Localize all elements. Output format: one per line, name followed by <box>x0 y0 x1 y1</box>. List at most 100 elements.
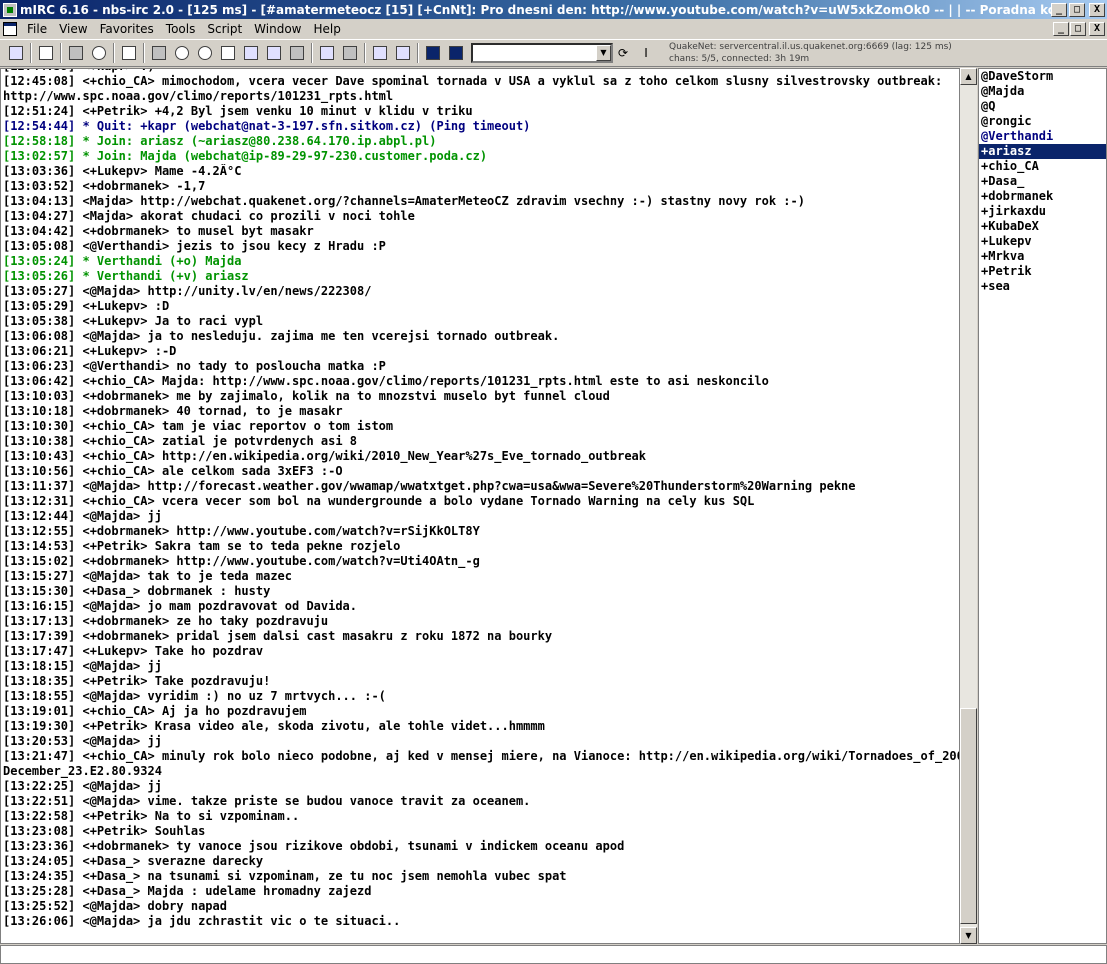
mirc-app-icon[interactable] <box>3 2 17 17</box>
ctcp-icon[interactable] <box>264 43 284 63</box>
log-icon[interactable] <box>218 43 238 63</box>
chat-line-timestamp: [13:21:47] <box>3 749 76 763</box>
chevron-down-icon[interactable]: ▼ <box>596 45 611 61</box>
message-input[interactable] <box>1 946 1106 963</box>
chat-line-timestamp: [13:10:56] <box>3 464 76 478</box>
menu-help[interactable]: Help <box>308 22 347 36</box>
nick-list-item[interactable]: @DaveStorm <box>979 69 1106 84</box>
chat-line-timestamp: [13:05:08] <box>3 239 76 253</box>
chat-line: [13:18:55] <@Majda> vyridim :) no uz 7 m… <box>3 689 959 704</box>
chat-line-text: <@Majda> jj <box>75 779 162 793</box>
mdi-close-button[interactable]: X <box>1089 21 1105 36</box>
chat-line-timestamp: [13:20:53] <box>3 734 76 748</box>
chat-line: [13:19:30] <+Petrik> Krasa video ale, sk… <box>3 719 959 734</box>
chat-line: [13:05:08] <@Verthandi> jezis to jsou ke… <box>3 239 959 254</box>
close-button[interactable]: X <box>1089 2 1105 17</box>
nick-list-item[interactable]: +jirkaxdu <box>979 204 1106 219</box>
connect-icon[interactable] <box>6 43 26 63</box>
chat-line-text: <Majda> akorat chudaci co prozili v noci… <box>75 209 415 223</box>
chat-line: [13:10:30] <+chio_CA> tam je viac report… <box>3 419 959 434</box>
nick-list-item[interactable]: +sea <box>979 279 1106 294</box>
nick-list-item[interactable]: @Verthandi <box>979 129 1106 144</box>
minimize-button[interactable]: _ <box>1051 2 1067 17</box>
chat-line-text: <@Majda> vyridim :) no uz 7 mrtvych... :… <box>75 689 386 703</box>
chat-line-text: <@Majda> jj <box>75 734 162 748</box>
treebar-icon[interactable] <box>446 43 466 63</box>
menu-script[interactable]: Script <box>201 22 248 36</box>
nick-list-item[interactable]: +dobrmanek <box>979 189 1106 204</box>
menu-window[interactable]: Window <box>248 22 307 36</box>
chat-line-text: <+chio_CA> Aj ja ho pozdravujem <box>75 704 307 718</box>
scroll-up-icon[interactable]: ▲ <box>960 68 977 85</box>
toolbar-dropdown[interactable]: ▼ <box>471 43 613 63</box>
menu-view[interactable]: View <box>53 22 93 36</box>
tile-icon[interactable] <box>340 43 360 63</box>
channels-icon[interactable] <box>66 43 86 63</box>
options-icon[interactable] <box>36 43 56 63</box>
switchbar-icon[interactable] <box>423 43 443 63</box>
nick-list-item[interactable]: +KubaDeX <box>979 219 1106 234</box>
chat-line: [13:17:13] <+dobrmanek> ze ho taky pozdr… <box>3 614 959 629</box>
arrange-icon[interactable] <box>393 43 413 63</box>
chat-line-text: <+chio_CA> mimochodom, vcera vecer Dave … <box>75 74 943 88</box>
chat-line-timestamp: [12:44:59] <box>3 69 75 73</box>
title-bar[interactable]: mIRC 6.16 - nbs-irc 2.0 - [125 ms] - [#a… <box>0 0 1107 19</box>
nick-list-item[interactable]: +chio_CA <box>979 159 1106 174</box>
notify-icon[interactable] <box>241 43 261 63</box>
menu-favorites[interactable]: Favorites <box>94 22 160 36</box>
chat-line: [13:05:24] * Verthandi (+o) Majda <box>3 254 959 269</box>
chat-line-timestamp: [13:24:05] <box>3 854 76 868</box>
nick-list-item[interactable]: @rongic <box>979 114 1106 129</box>
nick-list-item[interactable]: @Majda <box>979 84 1106 99</box>
nick-list-item[interactable]: +Mrkva <box>979 249 1106 264</box>
dcc-chat-icon[interactable] <box>172 43 192 63</box>
chat-line: [13:26:06] <@Majda> ja jdu zchrastit vic… <box>3 914 959 929</box>
nick-list-item[interactable]: +Lukepv <box>979 234 1106 249</box>
dcc-send-icon[interactable] <box>149 43 169 63</box>
refresh-icon[interactable]: ⟳ <box>613 43 633 63</box>
chat-line-timestamp: [13:10:38] <box>3 434 76 448</box>
chat-line-timestamp: [13:06:42] <box>3 374 76 388</box>
chat-line: [13:15:27] <@Majda> tak to je teda mazec <box>3 569 959 584</box>
chat-line: [12:45:08] <+chio_CA> mimochodom, vcera … <box>3 74 959 89</box>
chat-scrollbar[interactable]: ▲ ▼ <box>960 68 977 944</box>
address-book-icon[interactable] <box>119 43 139 63</box>
menu-file[interactable]: File <box>21 22 53 36</box>
nick-list-item[interactable]: +Dasa_ <box>979 174 1106 189</box>
channel-window-icon[interactable] <box>3 21 17 36</box>
nick-list-item[interactable]: +ariasz <box>979 144 1106 159</box>
chat-line: [13:03:36] <+Lukepv> Mame -4.2Â°C <box>3 164 959 179</box>
chat-line-timestamp: [13:24:35] <box>3 869 76 883</box>
colors-icon[interactable] <box>317 43 337 63</box>
chat-line-text: <+Dasa_> Majda : udelame hromadny zajezd <box>75 884 372 898</box>
receive-icon[interactable] <box>287 43 307 63</box>
info-icon[interactable]: I <box>636 43 656 63</box>
chat-line: [13:10:56] <+chio_CA> ale celkom sada 3x… <box>3 464 959 479</box>
mdi-restore-button[interactable]: □ <box>1070 21 1086 36</box>
chat-line: [13:20:53] <@Majda> jj <box>3 734 959 749</box>
menu-tools[interactable]: Tools <box>160 22 202 36</box>
chat-line-timestamp: [13:15:30] <box>3 584 76 598</box>
chat-line-timestamp: [13:17:47] <box>3 644 76 658</box>
scroll-down-icon[interactable]: ▼ <box>960 927 977 944</box>
cascade-icon[interactable] <box>370 43 390 63</box>
mdi-minimize-button[interactable]: _ <box>1053 21 1069 36</box>
message-input-box[interactable] <box>0 945 1107 964</box>
chat-line-text: <+dobrmanek> -1,7 <box>75 179 206 193</box>
chat-line: [13:10:43] <+chio_CA> http://en.wikipedi… <box>3 449 959 464</box>
favorites-icon[interactable] <box>89 43 109 63</box>
chat-line-text: <@Majda> ja jdu zchrastit vic o te situa… <box>75 914 401 928</box>
chat-line-text: <+Lukepv> :-D <box>75 344 177 358</box>
chat-line: [13:18:35] <+Petrik> Take pozdravuju! <box>3 674 959 689</box>
chat-line: [13:03:52] <+dobrmanek> -1,7 <box>3 179 959 194</box>
maximize-button[interactable]: □ <box>1069 2 1085 17</box>
scroll-thumb[interactable] <box>960 708 977 924</box>
chat-window[interactable]: [12:44:59] <+kapr> :)[12:45:08] <+chio_C… <box>0 68 960 944</box>
scripts-editor-icon[interactable] <box>195 43 215 63</box>
nick-list[interactable]: @DaveStorm @Majda @Q @rongic @Verthandi +aria… <box>978 68 1107 944</box>
chat-line-timestamp: [13:06:23] <box>3 359 76 373</box>
chat-line-timestamp: [13:19:30] <box>3 719 76 733</box>
nick-list-item[interactable]: +Petrik <box>979 264 1106 279</box>
toolbar-separator <box>417 43 419 63</box>
nick-list-item[interactable]: @Q <box>979 99 1106 114</box>
